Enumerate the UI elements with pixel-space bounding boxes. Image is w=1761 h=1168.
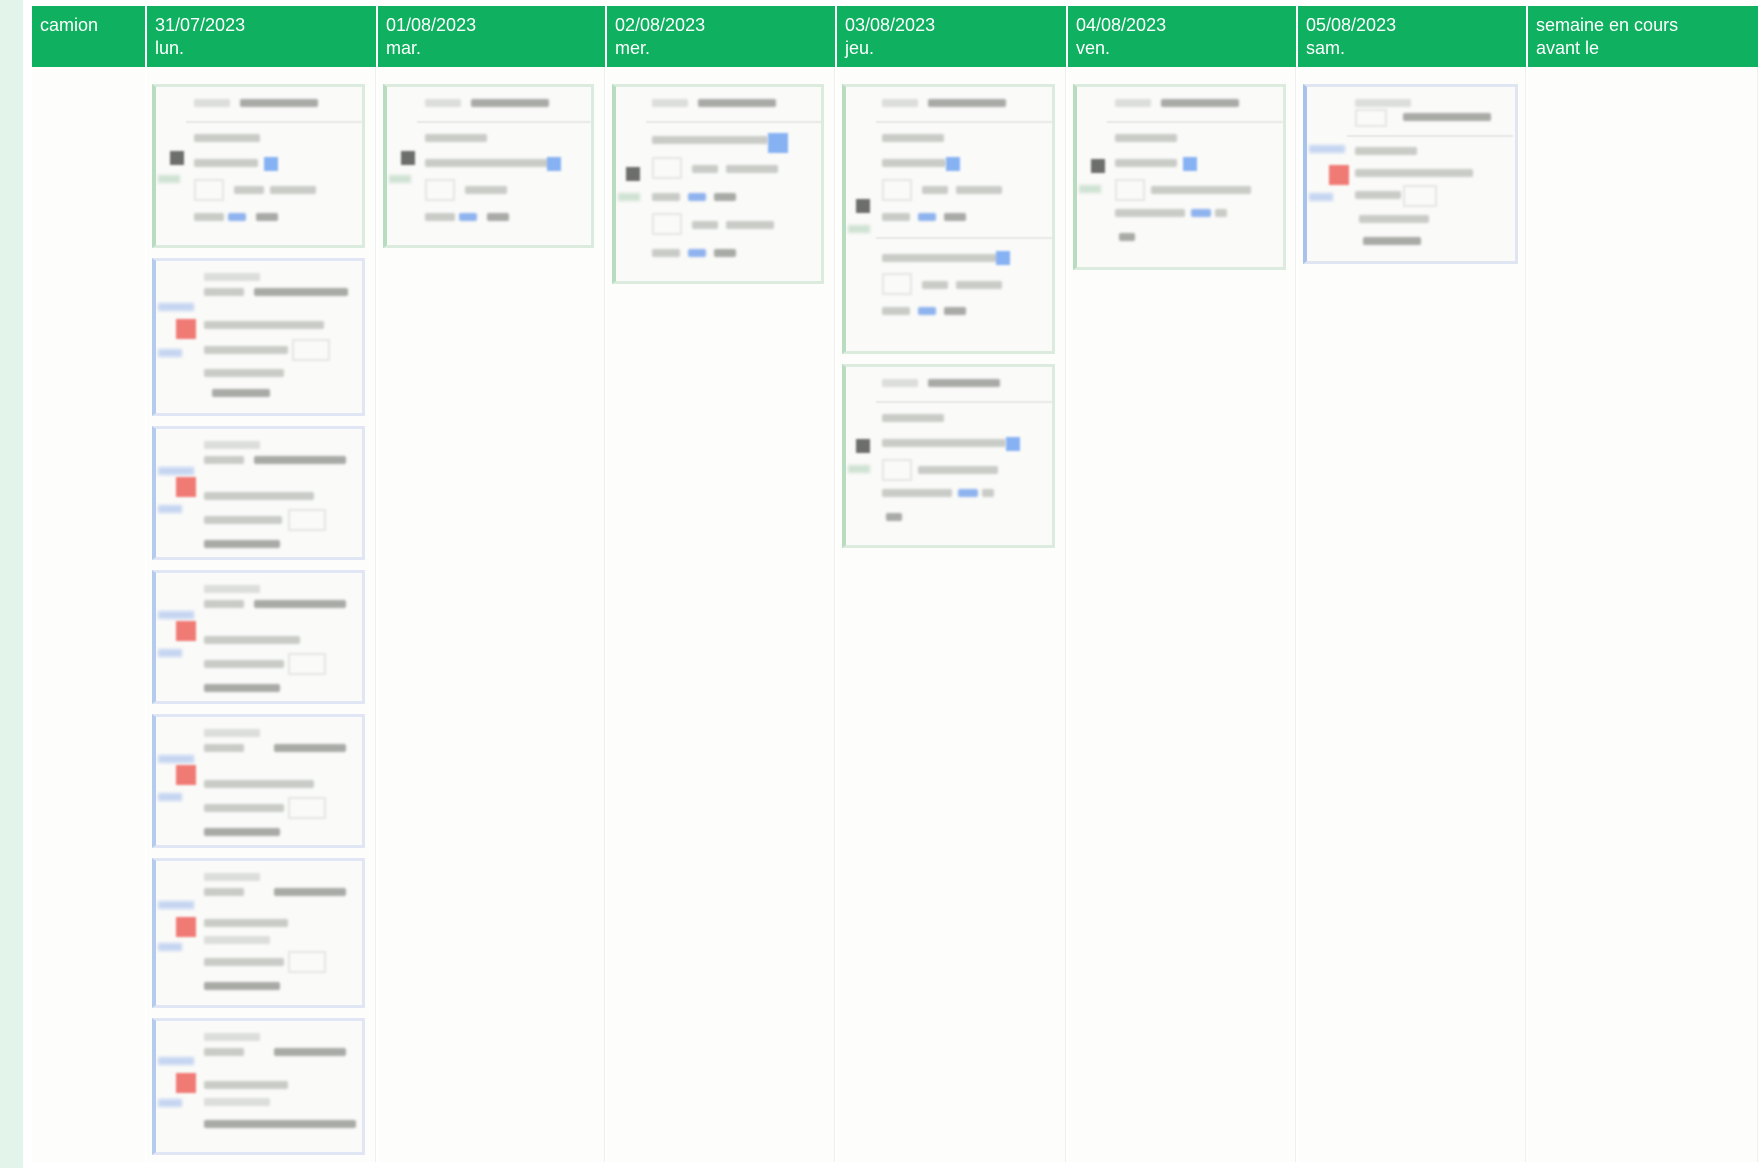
alert-icon bbox=[176, 1073, 196, 1093]
alert-icon bbox=[176, 477, 196, 497]
header-date: 02/08/2023 bbox=[615, 15, 706, 35]
planning-card[interactable] bbox=[152, 426, 365, 560]
header-day-tue[interactable]: 01/08/2023 mar. bbox=[378, 6, 605, 67]
truck-icon bbox=[626, 167, 640, 181]
truck-icon bbox=[170, 151, 184, 165]
header-date: 04/08/2023 bbox=[1076, 15, 1167, 35]
header-weekday: sam. bbox=[1306, 38, 1346, 58]
header-day-sat[interactable]: 05/08/2023 sam. bbox=[1298, 6, 1526, 67]
day-column-mon bbox=[147, 67, 376, 1162]
header-current-week-line2: avant le bbox=[1536, 38, 1600, 58]
planning-card[interactable] bbox=[152, 570, 365, 704]
header-day-fri[interactable]: 04/08/2023 ven. bbox=[1068, 6, 1296, 67]
header-current-week-line1: semaine en cours bbox=[1536, 15, 1679, 35]
header-date: 03/08/2023 bbox=[845, 15, 936, 35]
header-date: 01/08/2023 bbox=[386, 15, 477, 35]
alert-icon bbox=[176, 765, 196, 785]
header-weekday: mar. bbox=[386, 38, 422, 58]
alert-icon bbox=[176, 621, 196, 641]
info-icon bbox=[1006, 437, 1020, 451]
truck-icon bbox=[401, 151, 415, 165]
planning-card[interactable] bbox=[152, 858, 365, 1008]
planning-card[interactable] bbox=[1303, 84, 1518, 264]
planning-card[interactable] bbox=[152, 714, 365, 848]
header-date: 31/07/2023 bbox=[155, 15, 246, 35]
header-camion-label: camion bbox=[40, 15, 99, 35]
header-weekday: mer. bbox=[615, 38, 651, 58]
current-week-column bbox=[1528, 67, 1758, 1162]
alert-icon bbox=[1329, 165, 1349, 185]
camion-column bbox=[32, 67, 145, 1162]
header-weekday: lun. bbox=[155, 38, 185, 58]
planning-card[interactable] bbox=[612, 84, 824, 284]
header-weekday: ven. bbox=[1076, 38, 1111, 58]
planning-card[interactable] bbox=[152, 84, 365, 248]
truck-icon bbox=[856, 199, 870, 213]
header-date: 05/08/2023 bbox=[1306, 15, 1397, 35]
day-column-wed bbox=[607, 67, 835, 1162]
truck-icon bbox=[1091, 159, 1105, 173]
planning-card[interactable] bbox=[842, 364, 1055, 548]
header-day-mon[interactable]: 31/07/2023 lun. bbox=[147, 6, 376, 67]
day-column-tue bbox=[378, 67, 605, 1162]
planning-page: camion 31/07/2023 lun. 01/08/2023 mar. 0… bbox=[23, 0, 1761, 1168]
header-day-thu[interactable]: 03/08/2023 jeu. bbox=[837, 6, 1066, 67]
planning-grid: camion 31/07/2023 lun. 01/08/2023 mar. 0… bbox=[32, 6, 1758, 1162]
truck-icon bbox=[856, 439, 870, 453]
header-day-wed[interactable]: 02/08/2023 mer. bbox=[607, 6, 835, 67]
planning-card[interactable] bbox=[1073, 84, 1286, 270]
info-icon bbox=[946, 157, 960, 171]
planning-card[interactable] bbox=[152, 1018, 365, 1155]
header-camion: camion bbox=[32, 6, 145, 67]
day-column-thu bbox=[837, 67, 1066, 1162]
alert-icon bbox=[176, 319, 196, 339]
info-icon bbox=[996, 251, 1010, 265]
planning-card[interactable] bbox=[383, 84, 594, 248]
info-icon bbox=[547, 157, 561, 171]
info-icon bbox=[768, 133, 788, 153]
info-icon bbox=[264, 157, 278, 171]
alert-icon bbox=[176, 917, 196, 937]
header-weekday: jeu. bbox=[845, 38, 875, 58]
info-icon bbox=[1183, 157, 1197, 171]
day-column-sat bbox=[1298, 67, 1526, 1162]
day-column-fri bbox=[1068, 67, 1296, 1162]
header-current-week: semaine en cours avant le bbox=[1528, 6, 1758, 67]
planning-card[interactable] bbox=[842, 84, 1055, 354]
planning-card[interactable] bbox=[152, 258, 365, 416]
